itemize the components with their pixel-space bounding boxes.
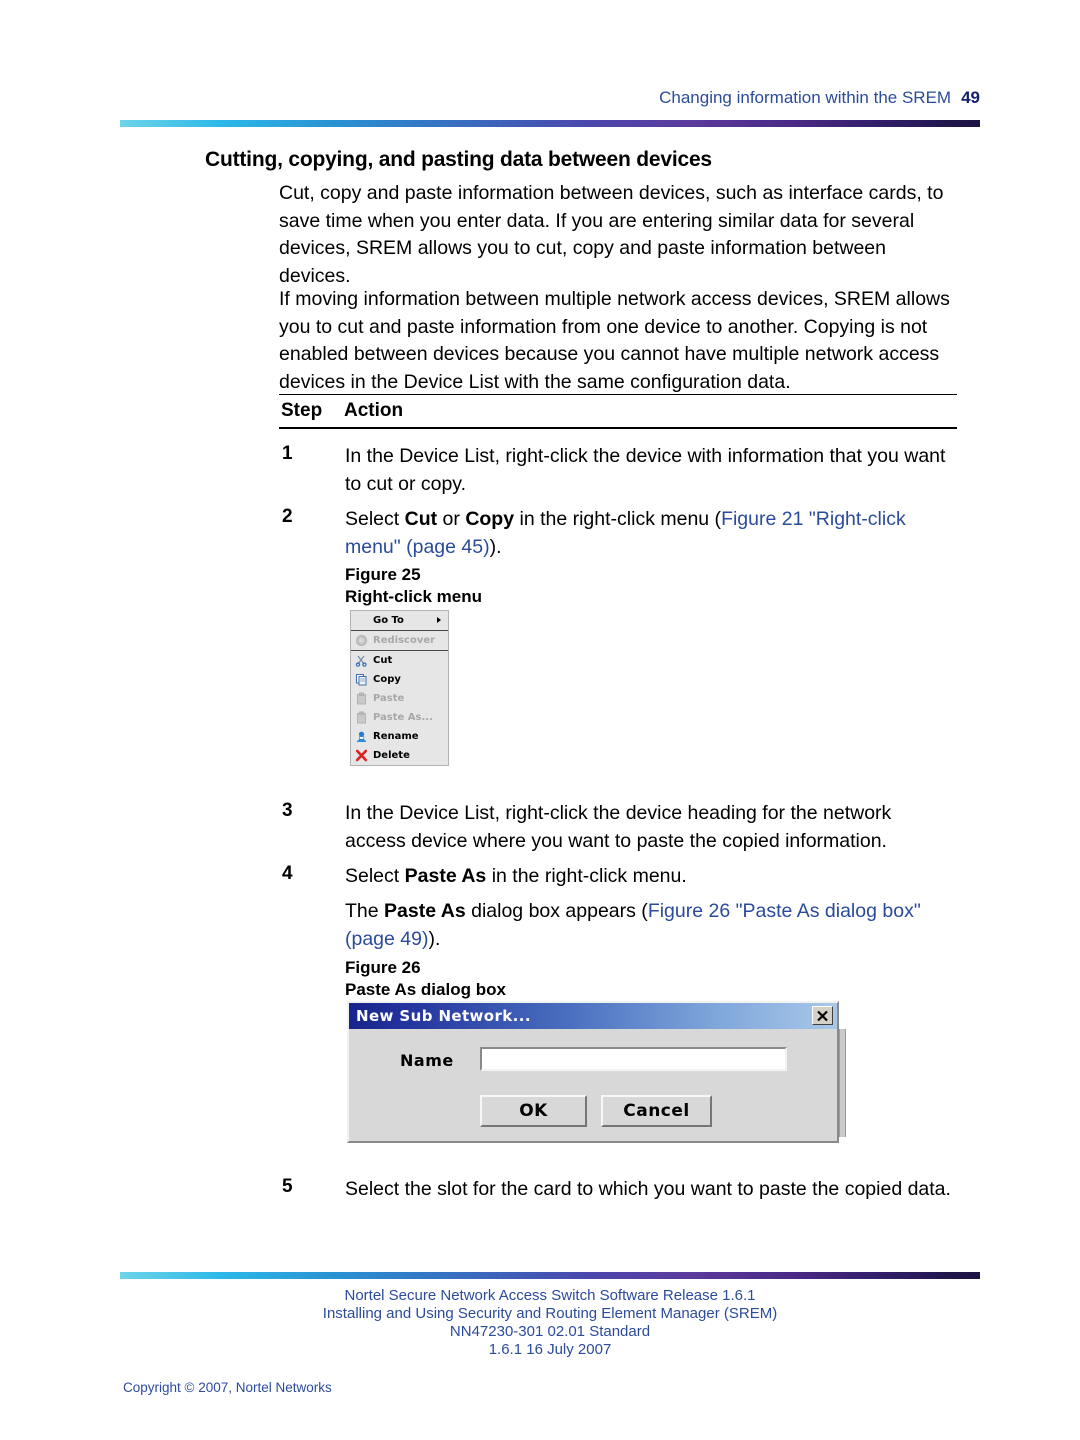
menu-item-go-to[interactable]: Go To: [351, 611, 448, 630]
result-end: ).: [428, 927, 441, 950]
step-number: 3: [282, 800, 293, 821]
figure-26-title: Paste As dialog box: [345, 980, 506, 999]
red-x-icon: [355, 749, 368, 762]
step-number: 2: [282, 506, 293, 527]
footer-line-2: Installing and Using Security and Routin…: [322, 1305, 778, 1322]
rename-icon: [356, 731, 367, 742]
step-text-tail: in the right-click menu (: [514, 508, 722, 530]
scissors-icon: [355, 655, 367, 667]
document-page: Changing information within the SREM 49 C…: [0, 0, 1080, 1440]
step-text-lead: Select: [345, 865, 405, 887]
step-text: Select Paste As in the right-click menu.: [345, 863, 957, 891]
menu-item-cut[interactable]: Cut: [351, 651, 448, 670]
menu-item-label: Delete: [373, 750, 410, 761]
figure-26-label: Figure 26: [345, 958, 421, 977]
menu-item-label: Rename: [373, 731, 419, 742]
submenu-arrow-icon: [437, 617, 441, 623]
step-number: 1: [282, 443, 293, 464]
window-edge-strip: [839, 1029, 846, 1137]
menu-item-label: Paste: [373, 693, 405, 704]
footer-rule-bar: [120, 1272, 980, 1279]
menu-item-label: Cut: [373, 655, 393, 666]
figure-25-caption: Figure 25 Right-click menu: [345, 564, 482, 608]
step-text-end: ).: [489, 535, 502, 558]
step-number: 5: [282, 1176, 293, 1197]
step-text-lead: Select: [345, 508, 405, 530]
figure-26-caption: Figure 26 Paste As dialog box: [345, 957, 506, 1001]
copyright-notice: Copyright © 2007, Nortel Networks: [123, 1380, 332, 1395]
section-title: Cutting, copying, and pasting data betwe…: [205, 148, 712, 171]
close-button[interactable]: [812, 1006, 833, 1025]
name-label: Name: [400, 1051, 454, 1070]
menu-item-rediscover: Rediscover: [351, 631, 448, 650]
header-rule-bar: [120, 120, 980, 127]
table-header-step: Step: [281, 400, 323, 421]
step-text: In the Device List, right-click the devi…: [345, 802, 892, 852]
step-number: 4: [282, 863, 293, 884]
right-click-menu-screenshot: Go To Rediscover Cut Copy Paste Paste As…: [350, 610, 449, 766]
menu-item-label: Rediscover: [373, 635, 436, 646]
result-mid: dialog box appears (: [465, 900, 648, 922]
table-rule-middle: [279, 427, 957, 429]
step-text-tail: in the right-click menu.: [486, 865, 687, 887]
page-number: 49: [961, 88, 980, 107]
menu-item-label: Paste As...: [373, 712, 433, 723]
ok-button[interactable]: OK: [480, 1095, 587, 1127]
menu-item-copy[interactable]: Copy: [351, 670, 448, 689]
step-bold-copy: Copy: [465, 508, 515, 530]
close-x-icon: [817, 1010, 828, 1022]
footer-line-3: NN47230-301 02.01 Standard: [449, 1323, 651, 1340]
result-lead: The: [345, 900, 385, 922]
footer-metadata: Nortel Secure Network Access Switch Soft…: [120, 1287, 980, 1359]
intro-paragraph-1: Cut, copy and paste information between …: [279, 182, 944, 287]
intro-paragraph-2: If moving information between multiple n…: [279, 288, 950, 393]
step-text: In the Device List, right-click the devi…: [345, 445, 946, 495]
menu-item-paste: Paste: [351, 689, 448, 708]
step-bold-cut: Cut: [404, 508, 438, 530]
clipboard-icon: [357, 711, 366, 724]
copy-pages-icon: [356, 674, 367, 686]
step-text: Select the slot for the card to which yo…: [345, 1178, 951, 1200]
dialog-title: New Sub Network...: [356, 1007, 531, 1025]
footer-line-4: 1.6.1 16 July 2007: [488, 1341, 612, 1358]
table-header-action: Action: [344, 400, 404, 421]
menu-item-delete[interactable]: Delete: [351, 746, 448, 765]
rediscover-icon: [356, 635, 367, 646]
dialog-body: Name OK Cancel: [349, 1029, 837, 1143]
menu-item-rename[interactable]: Rename: [351, 727, 448, 746]
cancel-button[interactable]: Cancel: [601, 1095, 712, 1127]
step-bold-paste-as: Paste As: [404, 865, 487, 887]
step-text: Select Cut or Copy in the right-click me…: [345, 506, 957, 561]
figure-25-label: Figure 25: [345, 565, 421, 584]
figure-25-title: Right-click menu: [345, 587, 482, 606]
menu-item-label: Go To: [373, 615, 404, 626]
paste-as-dialog-screenshot: New Sub Network... Name OK Cancel: [347, 1001, 846, 1143]
name-input[interactable]: [480, 1047, 787, 1071]
footer-line-1: Nortel Secure Network Access Switch Soft…: [344, 1287, 756, 1304]
running-header: Changing information within the SREM 49: [120, 88, 980, 108]
dialog-titlebar: New Sub Network...: [349, 1003, 837, 1029]
menu-item-paste-as: Paste As...: [351, 708, 448, 727]
result-bold-paste-as: Paste As: [384, 900, 466, 922]
menu-item-label: Copy: [373, 674, 401, 685]
clipboard-icon: [357, 692, 366, 705]
table-rule-top: [279, 394, 957, 395]
step-4-result-text: The Paste As dialog box appears (Figure …: [345, 898, 957, 953]
running-header-title: Changing information within the SREM: [659, 88, 952, 107]
step-text-mid: or: [437, 508, 466, 530]
